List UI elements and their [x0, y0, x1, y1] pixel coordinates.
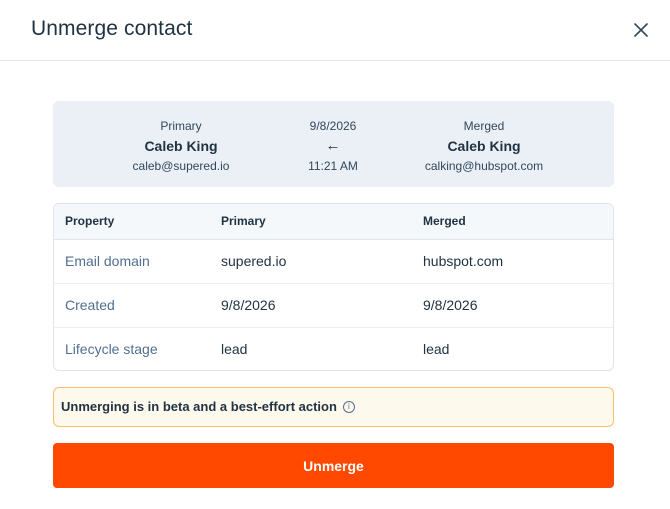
property-table: Property Primary Merged Email domain sup…: [53, 203, 614, 371]
row-merged-value: 9/8/2026: [423, 297, 478, 313]
header-merged: Merged: [423, 214, 466, 228]
merged-label: Merged: [463, 119, 505, 133]
table-header: Property Primary Merged: [54, 204, 613, 240]
merged-name: Caleb King: [447, 138, 521, 154]
dialog-header: Unmerge contact: [0, 0, 670, 61]
table-row: Created 9/8/2026 9/8/2026: [54, 284, 613, 328]
table-row: Email domain supered.io hubspot.com: [54, 240, 613, 284]
row-primary-value: supered.io: [221, 253, 287, 269]
info-icon[interactable]: i: [342, 400, 355, 413]
row-merged-value: lead: [423, 341, 450, 357]
row-merged-value: hubspot.com: [423, 253, 504, 269]
row-primary-value: lead: [221, 341, 248, 357]
row-primary-value: 9/8/2026: [221, 297, 276, 313]
beta-notice-text: Unmerging is in beta and a best-effort a…: [61, 399, 337, 414]
beta-notice: Unmerging is in beta and a best-effort a…: [53, 387, 614, 427]
merged-contact: Merged Caleb King calking@hubspot.com: [394, 118, 574, 175]
table-row: Lifecycle stage lead lead: [54, 328, 613, 370]
row-property: Lifecycle stage: [65, 341, 158, 357]
close-icon[interactable]: [630, 19, 652, 41]
merge-summary: Primary Caleb King caleb@supered.io 9/8/…: [53, 101, 614, 187]
dialog-title: Unmerge contact: [31, 17, 193, 40]
row-property: Created: [65, 297, 115, 313]
unmerge-button[interactable]: Unmerge: [53, 443, 614, 488]
header-property: Property: [65, 214, 115, 228]
header-primary: Primary: [221, 214, 266, 228]
row-property: Email domain: [65, 253, 150, 269]
merged-email: calking@hubspot.com: [424, 159, 544, 173]
beta-notice-content: Unmerging is in beta and a best-effort a…: [61, 388, 355, 426]
